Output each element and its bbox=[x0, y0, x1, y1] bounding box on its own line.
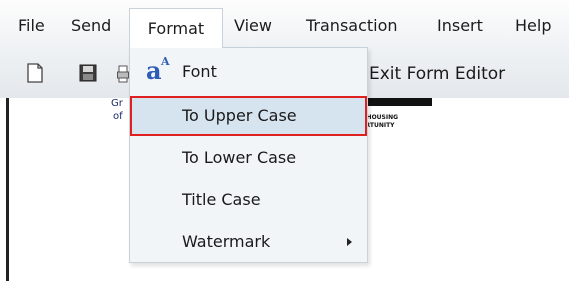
menu-view[interactable]: View bbox=[234, 12, 272, 40]
menu-format[interactable]: Format bbox=[129, 8, 223, 48]
menu-transaction[interactable]: Transaction bbox=[306, 12, 398, 40]
new-document-icon[interactable] bbox=[26, 63, 44, 83]
submenu-arrow-icon bbox=[347, 238, 352, 246]
menu-item-watermark[interactable]: Watermark bbox=[130, 222, 367, 262]
save-icon[interactable] bbox=[79, 63, 97, 83]
font-icon-superscript: A bbox=[161, 55, 170, 68]
print-icon[interactable] bbox=[117, 63, 129, 83]
menu-help[interactable]: Help bbox=[515, 12, 551, 40]
document-text-fragment: Gr bbox=[111, 98, 123, 109]
menu-bar: File Send Format View Transaction Insert… bbox=[0, 0, 569, 52]
menu-item-label: To Lower Case bbox=[182, 148, 297, 167]
menu-file[interactable]: File bbox=[18, 12, 45, 40]
menu-send[interactable]: Send bbox=[71, 12, 111, 40]
menu-item-label: Watermark bbox=[182, 232, 271, 251]
menu-item-label: Font bbox=[182, 62, 217, 81]
document-page-edge bbox=[6, 98, 9, 281]
menu-item-title-case[interactable]: Title Case bbox=[130, 180, 367, 220]
document-text-fragment: of bbox=[113, 111, 123, 122]
menu-item-to-upper-case[interactable]: To Upper Case bbox=[130, 96, 367, 136]
menu-item-label: To Upper Case bbox=[182, 106, 297, 125]
menu-item-label: Title Case bbox=[182, 190, 261, 209]
font-icon: a bbox=[146, 56, 162, 85]
menu-item-to-lower-case[interactable]: To Lower Case bbox=[130, 138, 367, 178]
menu-insert[interactable]: Insert bbox=[437, 12, 483, 40]
menu-item-font[interactable]: a A Font bbox=[130, 52, 367, 92]
equal-housing-logo bbox=[362, 98, 432, 106]
format-menu-dropdown: a A Font To Upper Case To Lower Case Tit… bbox=[129, 47, 368, 263]
exit-form-editor-button[interactable]: Exit Form Editor bbox=[369, 61, 505, 87]
